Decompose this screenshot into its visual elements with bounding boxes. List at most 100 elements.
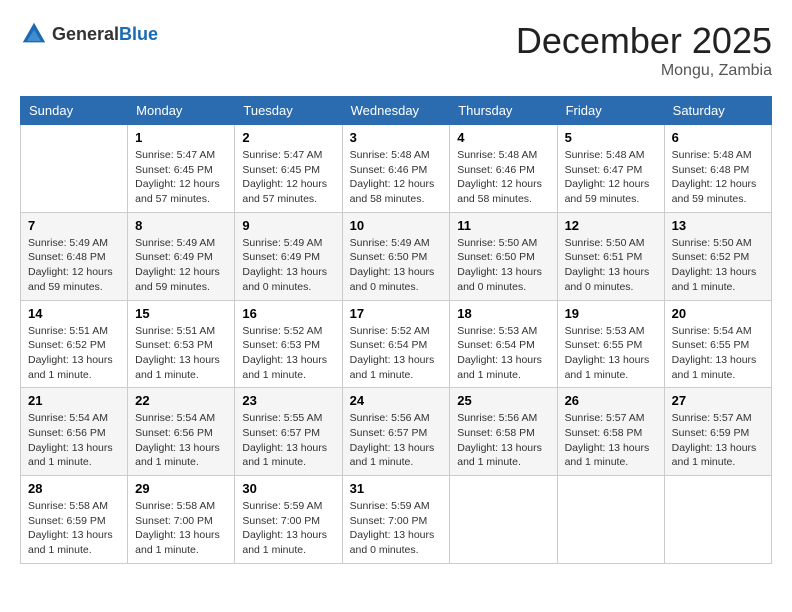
- day-number: 23: [242, 393, 334, 408]
- day-info: Sunrise: 5:54 AM Sunset: 6:56 PM Dayligh…: [135, 411, 227, 470]
- calendar-subtitle: Mongu, Zambia: [516, 62, 772, 80]
- logo-icon: [20, 20, 48, 48]
- day-number: 14: [28, 306, 120, 321]
- calendar-cell: 10 Sunrise: 5:49 AM Sunset: 6:50 PM Dayli…: [342, 212, 450, 300]
- calendar-table: SundayMondayTuesdayWednesdayThursdayFrid…: [20, 96, 772, 564]
- calendar-cell: 24 Sunrise: 5:56 AM Sunset: 6:57 PM Dayli…: [342, 388, 450, 476]
- calendar-cell: 19 Sunrise: 5:53 AM Sunset: 6:55 PM Dayli…: [557, 300, 664, 388]
- day-info: Sunrise: 5:59 AM Sunset: 7:00 PM Dayligh…: [242, 499, 334, 558]
- calendar-cell: 12 Sunrise: 5:50 AM Sunset: 6:51 PM Dayli…: [557, 212, 664, 300]
- calendar-title: December 2025: [516, 20, 772, 62]
- day-number: 17: [350, 306, 443, 321]
- day-number: 18: [457, 306, 549, 321]
- calendar-cell: 30Sunrise: 5:59 AM Sunset: 7:00 PM Dayli…: [235, 476, 342, 564]
- day-number: 31: [350, 481, 443, 496]
- day-info: Sunrise: 5:53 AM Sunset: 6:54 PM Dayligh…: [457, 324, 549, 383]
- header-day-monday: Monday: [128, 97, 235, 125]
- calendar-cell: 9Sunrise: 5:49 AM Sunset: 6:49 PM Daylig…: [235, 212, 342, 300]
- day-number: 12: [565, 218, 657, 233]
- calendar-cell: 2Sunrise: 5:47 AM Sunset: 6:45 PM Daylig…: [235, 125, 342, 213]
- day-number: 2: [242, 130, 334, 145]
- calendar-cell: [664, 476, 771, 564]
- calendar-cell: 20Sunrise: 5:54 AM Sunset: 6:55 PM Dayli…: [664, 300, 771, 388]
- day-info: Sunrise: 5:57 AM Sunset: 6:59 PM Dayligh…: [672, 411, 764, 470]
- calendar-week-row: 1 Sunrise: 5:47 AM Sunset: 6:45 PM Daylig…: [21, 125, 772, 213]
- calendar-cell: 18 Sunrise: 5:53 AM Sunset: 6:54 PM Dayli…: [450, 300, 557, 388]
- header-day-saturday: Saturday: [664, 97, 771, 125]
- calendar-header-row: SundayMondayTuesdayWednesdayThursdayFrid…: [21, 97, 772, 125]
- day-number: 19: [565, 306, 657, 321]
- day-number: 25: [457, 393, 549, 408]
- day-info: Sunrise: 5:54 AM Sunset: 6:56 PM Dayligh…: [28, 411, 120, 470]
- day-info: Sunrise: 5:48 AM Sunset: 6:46 PM Dayligh…: [457, 148, 549, 207]
- calendar-cell: [450, 476, 557, 564]
- day-info: Sunrise: 5:51 AM Sunset: 6:52 PM Dayligh…: [28, 324, 120, 383]
- day-info: Sunrise: 5:48 AM Sunset: 6:46 PM Dayligh…: [350, 148, 443, 207]
- day-number: 13: [672, 218, 764, 233]
- calendar-cell: 21 Sunrise: 5:54 AM Sunset: 6:56 PM Dayli…: [21, 388, 128, 476]
- header-day-friday: Friday: [557, 97, 664, 125]
- day-number: 21: [28, 393, 120, 408]
- day-info: Sunrise: 5:57 AM Sunset: 6:58 PM Dayligh…: [565, 411, 657, 470]
- logo-text-blue: Blue: [119, 24, 158, 44]
- day-number: 4: [457, 130, 549, 145]
- calendar-cell: 17 Sunrise: 5:52 AM Sunset: 6:54 PM Dayli…: [342, 300, 450, 388]
- day-info: Sunrise: 5:49 AM Sunset: 6:49 PM Dayligh…: [242, 236, 334, 295]
- calendar-cell: 16Sunrise: 5:52 AM Sunset: 6:53 PM Dayli…: [235, 300, 342, 388]
- day-number: 24: [350, 393, 443, 408]
- calendar-cell: 31Sunrise: 5:59 AM Sunset: 7:00 PM Dayli…: [342, 476, 450, 564]
- day-number: 1: [135, 130, 227, 145]
- day-info: Sunrise: 5:53 AM Sunset: 6:55 PM Dayligh…: [565, 324, 657, 383]
- day-info: Sunrise: 5:58 AM Sunset: 6:59 PM Dayligh…: [28, 499, 120, 558]
- day-number: 29: [135, 481, 227, 496]
- calendar-cell: 23 Sunrise: 5:55 AM Sunset: 6:57 PM Dayli…: [235, 388, 342, 476]
- day-number: 10: [350, 218, 443, 233]
- day-number: 28: [28, 481, 120, 496]
- logo: GeneralBlue: [20, 20, 158, 48]
- title-block: December 2025 Mongu, Zambia: [516, 20, 772, 80]
- day-number: 6: [672, 130, 764, 145]
- day-number: 7: [28, 218, 120, 233]
- calendar-cell: [21, 125, 128, 213]
- day-info: Sunrise: 5:49 AM Sunset: 6:48 PM Dayligh…: [28, 236, 120, 295]
- header-day-wednesday: Wednesday: [342, 97, 450, 125]
- header-day-tuesday: Tuesday: [235, 97, 342, 125]
- day-number: 26: [565, 393, 657, 408]
- day-info: Sunrise: 5:50 AM Sunset: 6:51 PM Dayligh…: [565, 236, 657, 295]
- day-number: 16: [242, 306, 334, 321]
- calendar-cell: 3Sunrise: 5:48 AM Sunset: 6:46 PM Daylig…: [342, 125, 450, 213]
- day-info: Sunrise: 5:48 AM Sunset: 6:48 PM Dayligh…: [672, 148, 764, 207]
- calendar-cell: 29 Sunrise: 5:58 AM Sunset: 7:00 PM Dayli…: [128, 476, 235, 564]
- header-day-sunday: Sunday: [21, 97, 128, 125]
- calendar-cell: 22 Sunrise: 5:54 AM Sunset: 6:56 PM Dayli…: [128, 388, 235, 476]
- calendar-cell: 7 Sunrise: 5:49 AM Sunset: 6:48 PM Daylig…: [21, 212, 128, 300]
- day-number: 20: [672, 306, 764, 321]
- calendar-week-row: 14 Sunrise: 5:51 AM Sunset: 6:52 PM Dayli…: [21, 300, 772, 388]
- day-info: Sunrise: 5:56 AM Sunset: 6:58 PM Dayligh…: [457, 411, 549, 470]
- calendar-cell: [557, 476, 664, 564]
- day-info: Sunrise: 5:56 AM Sunset: 6:57 PM Dayligh…: [350, 411, 443, 470]
- day-info: Sunrise: 5:51 AM Sunset: 6:53 PM Dayligh…: [135, 324, 227, 383]
- day-number: 22: [135, 393, 227, 408]
- calendar-cell: 5Sunrise: 5:48 AM Sunset: 6:47 PM Daylig…: [557, 125, 664, 213]
- calendar-cell: 25 Sunrise: 5:56 AM Sunset: 6:58 PM Dayli…: [450, 388, 557, 476]
- calendar-cell: 14 Sunrise: 5:51 AM Sunset: 6:52 PM Dayli…: [21, 300, 128, 388]
- day-info: Sunrise: 5:52 AM Sunset: 6:54 PM Dayligh…: [350, 324, 443, 383]
- calendar-cell: 26 Sunrise: 5:57 AM Sunset: 6:58 PM Dayli…: [557, 388, 664, 476]
- day-info: Sunrise: 5:50 AM Sunset: 6:52 PM Dayligh…: [672, 236, 764, 295]
- calendar-cell: 1 Sunrise: 5:47 AM Sunset: 6:45 PM Daylig…: [128, 125, 235, 213]
- day-info: Sunrise: 5:49 AM Sunset: 6:50 PM Dayligh…: [350, 236, 443, 295]
- calendar-week-row: 7 Sunrise: 5:49 AM Sunset: 6:48 PM Daylig…: [21, 212, 772, 300]
- calendar-cell: 4 Sunrise: 5:48 AM Sunset: 6:46 PM Daylig…: [450, 125, 557, 213]
- day-info: Sunrise: 5:50 AM Sunset: 6:50 PM Dayligh…: [457, 236, 549, 295]
- day-info: Sunrise: 5:58 AM Sunset: 7:00 PM Dayligh…: [135, 499, 227, 558]
- calendar-cell: 6 Sunrise: 5:48 AM Sunset: 6:48 PM Daylig…: [664, 125, 771, 213]
- calendar-cell: 11Sunrise: 5:50 AM Sunset: 6:50 PM Dayli…: [450, 212, 557, 300]
- day-number: 15: [135, 306, 227, 321]
- header-day-thursday: Thursday: [450, 97, 557, 125]
- day-info: Sunrise: 5:47 AM Sunset: 6:45 PM Dayligh…: [135, 148, 227, 207]
- day-info: Sunrise: 5:55 AM Sunset: 6:57 PM Dayligh…: [242, 411, 334, 470]
- day-info: Sunrise: 5:48 AM Sunset: 6:47 PM Dayligh…: [565, 148, 657, 207]
- calendar-cell: 27Sunrise: 5:57 AM Sunset: 6:59 PM Dayli…: [664, 388, 771, 476]
- calendar-cell: 15 Sunrise: 5:51 AM Sunset: 6:53 PM Dayli…: [128, 300, 235, 388]
